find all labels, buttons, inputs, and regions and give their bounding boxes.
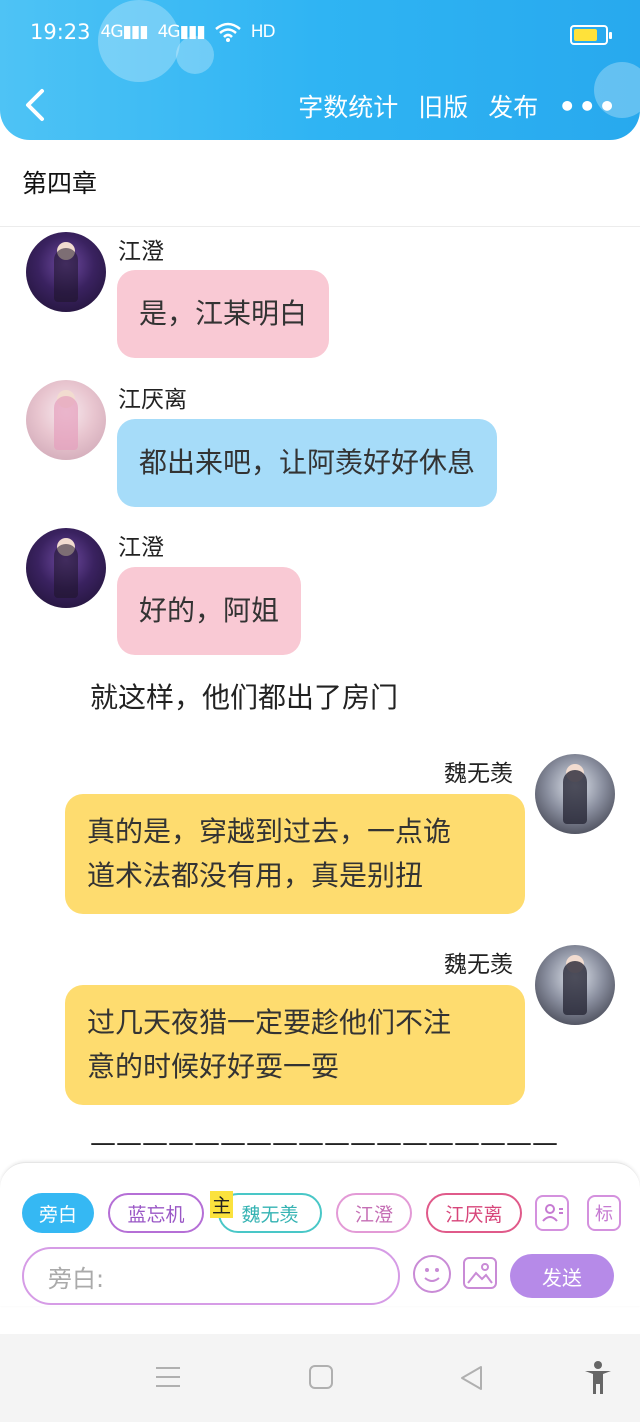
message-line: 意的时候好好耍一耍 xyxy=(87,1050,340,1083)
signal-icon: 4G▮▮▮ xyxy=(100,22,149,42)
battery-fill xyxy=(574,29,597,41)
more-icon[interactable]: ••• xyxy=(558,90,618,123)
narration-text[interactable]: 就这样，他们都出了房门 xyxy=(90,676,398,716)
status-time: 19:23 xyxy=(30,20,91,44)
chapter-title[interactable]: 第四章 xyxy=(22,164,97,200)
message-bubble[interactable]: 真的是，穿越到过去，一点诡 道术法都没有用，真是别扭 xyxy=(65,794,525,914)
sender-name: 魏无羡 xyxy=(444,761,513,787)
role-chip-jiangyanli[interactable]: 江厌离 xyxy=(426,1193,522,1233)
role-chip-lanwangji[interactable]: 蓝忘机 xyxy=(108,1193,204,1233)
message-bubble[interactable]: 好的，阿姐 xyxy=(117,567,302,655)
top-header: 19:23 4G▮▮▮ 4G▮▮▮ HD 字数统计 旧版 发布 ••• xyxy=(0,0,640,140)
battery-icon xyxy=(570,25,612,45)
avatar[interactable] xyxy=(535,754,615,834)
sender-name: 江澄 xyxy=(118,535,164,561)
avatar[interactable] xyxy=(26,232,106,312)
wifi-icon xyxy=(214,22,241,42)
add-character-icon[interactable] xyxy=(535,1195,569,1231)
send-button[interactable]: 发送 xyxy=(510,1254,614,1298)
message-line: 真的是，穿越到过去，一点诡 xyxy=(87,815,452,848)
avatar[interactable] xyxy=(26,528,106,608)
sender-name: 江澄 xyxy=(118,239,164,265)
message-line: 道术法都没有用，真是别扭 xyxy=(87,859,424,892)
role-chips: 旁白 蓝忘机 魏无羡 江澄 江厌离 xyxy=(22,1193,536,1233)
home-icon[interactable] xyxy=(308,1364,334,1390)
role-chip-narration[interactable]: 旁白 xyxy=(22,1193,94,1233)
sender-name: 魏无羡 xyxy=(444,952,513,978)
status-bar: 19:23 4G▮▮▮ 4G▮▮▮ HD xyxy=(30,20,276,44)
input-panel: 旁白 蓝忘机 魏无羡 江澄 江厌离 主 标 旁白: 发送 xyxy=(0,1162,640,1306)
message-bubble[interactable]: 都出来吧，让阿羡好好休息 xyxy=(117,419,498,507)
message-bubble[interactable]: 是，江某明白 xyxy=(117,270,330,358)
divider xyxy=(0,226,640,227)
message-line: 过几天夜猎一定要趁他们不注 xyxy=(87,1006,452,1039)
menu-icon[interactable] xyxy=(154,1364,182,1390)
hd-label: HD xyxy=(250,22,276,42)
accessibility-icon[interactable] xyxy=(583,1360,613,1396)
main-role-badge: 主 xyxy=(210,1191,234,1218)
signal-icon: 4G▮▮▮ xyxy=(157,22,206,42)
back-triangle-icon[interactable] xyxy=(458,1364,484,1392)
header-actions: 字数统计 旧版 发布 ••• xyxy=(298,88,618,124)
publish-button[interactable]: 发布 xyxy=(488,88,538,124)
image-icon[interactable] xyxy=(463,1257,497,1289)
sender-name: 江厌离 xyxy=(118,387,187,413)
word-count-button[interactable]: 字数统计 xyxy=(298,88,398,124)
message-bubble[interactable]: 过几天夜猎一定要趁他们不注 意的时候好好耍一耍 xyxy=(65,985,525,1105)
role-chip-jiangcheng[interactable]: 江澄 xyxy=(336,1193,412,1233)
role-chip-weiwuxian[interactable]: 魏无羡 xyxy=(218,1193,322,1233)
separator-line: —————————————————— xyxy=(90,1128,558,1158)
old-version-button[interactable]: 旧版 xyxy=(418,88,468,124)
system-nav-bar xyxy=(0,1334,640,1422)
avatar[interactable] xyxy=(535,945,615,1025)
message-input[interactable]: 旁白: xyxy=(22,1247,400,1305)
avatar[interactable] xyxy=(26,380,106,460)
label-button[interactable]: 标 xyxy=(587,1195,621,1231)
back-arrow-icon[interactable] xyxy=(22,88,50,122)
emoji-icon[interactable] xyxy=(413,1255,451,1293)
